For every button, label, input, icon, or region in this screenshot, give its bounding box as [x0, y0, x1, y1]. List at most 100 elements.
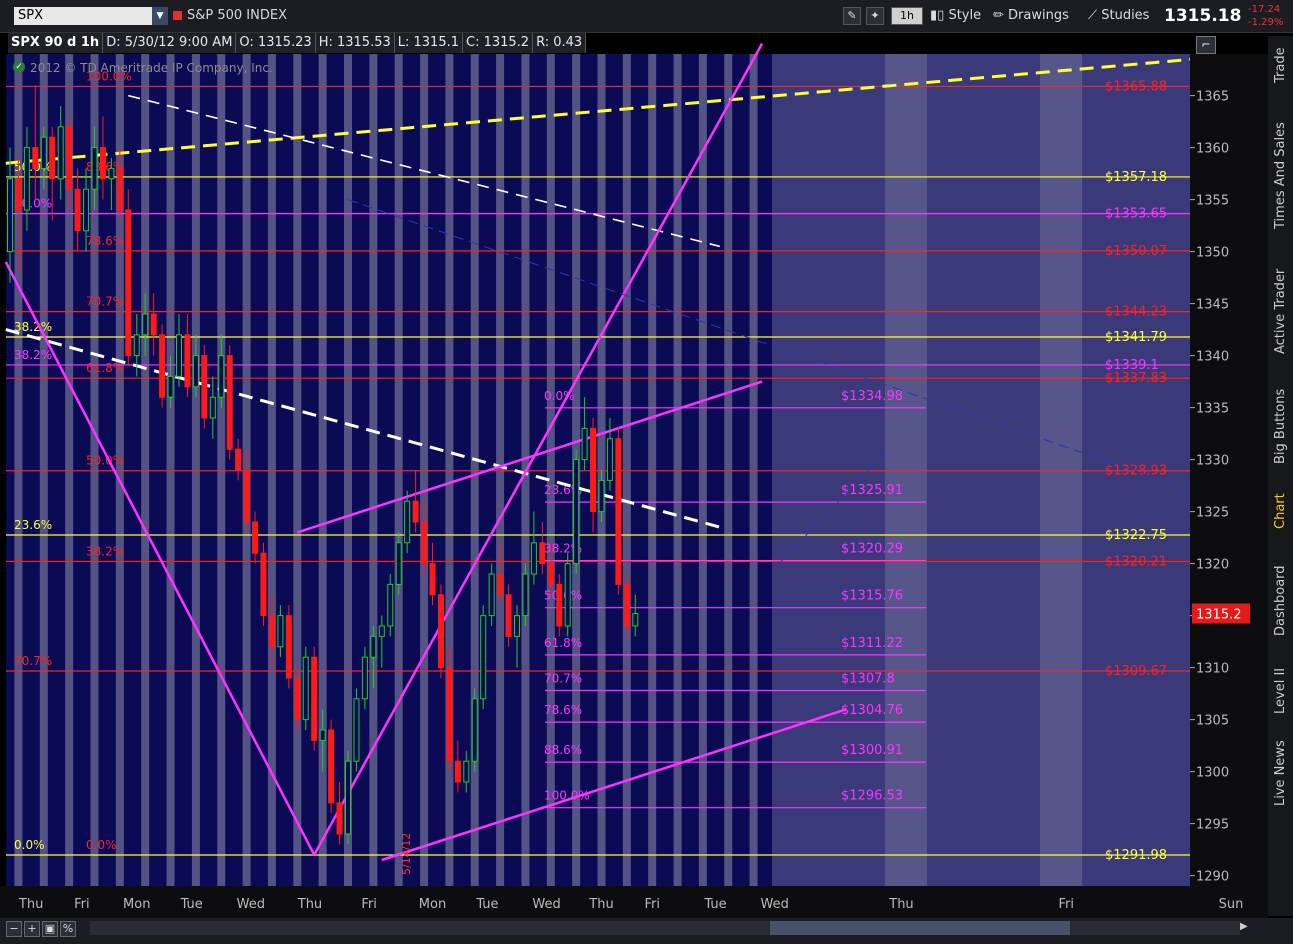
- tab-live-news[interactable]: Live News: [1268, 731, 1293, 816]
- candle-body: [632, 613, 639, 627]
- session-band: [420, 54, 429, 886]
- bar-high: H: 1315.53: [316, 33, 395, 53]
- tab-times-and-sales[interactable]: Times And Sales: [1268, 106, 1293, 246]
- studies-menu[interactable]: ⟋ Studies: [1088, 6, 1149, 26]
- candle-body: [378, 625, 385, 637]
- bar-range: R: 0.43: [533, 33, 587, 53]
- candle-body: [421, 521, 428, 565]
- inner-fib-pct: 50.0%: [544, 589, 582, 603]
- x-tick-label: Fri: [1059, 897, 1075, 912]
- candle-body: [395, 542, 402, 585]
- bar-close: C: 1315.2: [463, 33, 534, 53]
- inner-fib-label: $1296.53: [841, 789, 903, 804]
- candle-body: [260, 552, 267, 617]
- studies-icon: ⟋: [1088, 8, 1102, 23]
- interval-button[interactable]: 1h: [891, 7, 923, 25]
- side-tab-panel: Trade Times And Sales Active Trader Big …: [1268, 36, 1293, 916]
- future-period-band: [927, 54, 1040, 886]
- tab-trade[interactable]: Trade: [1268, 36, 1293, 94]
- link-icon[interactable]: ⌐: [1196, 36, 1216, 54]
- session-band: [394, 54, 403, 886]
- candle-body: [243, 469, 250, 523]
- percent-scale-icon[interactable]: %: [60, 921, 76, 937]
- candle-body: [345, 760, 351, 835]
- x-tick-label: Wed: [237, 897, 265, 912]
- tab-chart[interactable]: Chart: [1268, 486, 1293, 536]
- candle-body: [32, 147, 39, 169]
- session-band: [369, 54, 378, 886]
- session-band: [191, 54, 200, 886]
- fib-pct-label: 61.8%: [86, 361, 124, 375]
- tab-level-ii[interactable]: Level II: [1268, 661, 1293, 721]
- y-tick-label: 1310: [1196, 662, 1229, 677]
- candle-body: [480, 615, 487, 700]
- top-toolbar: SPX ▼ S&P 500 INDEX ✎ ✦ 1h ▮▯ Style ✏ Dr…: [0, 0, 1293, 33]
- candle-body: [514, 615, 520, 637]
- bar-date: D: 5/30/12 9:00 AM: [103, 33, 237, 53]
- candle-body: [7, 178, 13, 253]
- future-period-band: [772, 54, 885, 886]
- tab-big-buttons[interactable]: Big Buttons: [1268, 376, 1293, 476]
- drawing-tool-icon[interactable]: ✎: [843, 7, 861, 25]
- session-band: [749, 54, 758, 886]
- style-menu[interactable]: ▮▯ Style: [930, 6, 981, 26]
- session-band: [166, 54, 175, 886]
- inner-fib-label: $1307.8: [841, 671, 895, 686]
- candle-body: [429, 563, 436, 596]
- zoom-in-icon[interactable]: +: [24, 921, 40, 937]
- candle-body: [547, 563, 554, 585]
- vertical-date-note: 5/14/12: [400, 833, 413, 875]
- zoom-out-icon[interactable]: −: [6, 921, 22, 937]
- inner-fib-label: $1304.76: [841, 703, 903, 718]
- candle-body: [83, 188, 90, 232]
- candle-body: [573, 459, 580, 565]
- candle-body: [361, 656, 368, 700]
- session-band: [724, 54, 733, 886]
- symbol-input[interactable]: SPX: [14, 7, 152, 25]
- tab-active-trader[interactable]: Active Trader: [1268, 256, 1293, 366]
- candle-body: [159, 334, 166, 398]
- settings-icon[interactable]: ✓: [13, 61, 25, 73]
- fib-level-label: $1291.98: [1105, 848, 1167, 863]
- candle-body: [201, 355, 208, 419]
- candle-body: [99, 147, 106, 180]
- scroll-right-icon[interactable]: ▶: [1240, 921, 1252, 935]
- candle-body: [302, 656, 309, 721]
- last-price: 1315.18: [1164, 6, 1242, 26]
- candle-body: [235, 448, 242, 471]
- session-band: [622, 54, 631, 886]
- candle-body: [66, 126, 73, 190]
- tab-dashboard[interactable]: Dashboard: [1268, 551, 1293, 651]
- candle-body: [590, 427, 597, 513]
- wrench-icon[interactable]: ✦: [866, 7, 884, 25]
- candle-body: [142, 313, 149, 336]
- fib-pct-label: 38.2%: [14, 348, 52, 362]
- candle-body: [446, 667, 453, 762]
- candle-body: [176, 334, 182, 377]
- candle-body: [319, 729, 326, 741]
- drawings-menu[interactable]: ✏ Drawings: [993, 6, 1069, 26]
- x-tick-label: Fri: [644, 897, 660, 912]
- scrollbar-thumb[interactable]: [770, 921, 1070, 935]
- chart-info-bar: SPX 90 d 1h D: 5/30/12 9:00 AM O: 1315.23 H…: [8, 33, 587, 53]
- fib-pct-label: 0.0%: [86, 838, 117, 852]
- symbol-dropdown-icon[interactable]: ▼: [152, 7, 168, 25]
- fib-pct-label: 38.2%: [14, 320, 52, 334]
- change-absolute: -17.24: [1248, 4, 1281, 15]
- zoom-fit-icon[interactable]: ▣: [42, 921, 58, 937]
- candle-body: [336, 802, 343, 835]
- candle-body: [91, 147, 98, 190]
- inner-fib-pct: 88.6%: [544, 743, 582, 757]
- style-icon: ▮▯: [930, 8, 949, 23]
- inner-fib-pct: 70.7%: [544, 671, 582, 685]
- y-tick-label: 1365: [1196, 90, 1229, 105]
- candle-body: [116, 167, 123, 211]
- candle-body: [556, 583, 563, 627]
- candle-body: [497, 573, 504, 596]
- y-tick-label: 1290: [1196, 870, 1229, 885]
- price-chart[interactable]: $1365.88 $1357.18 $1353.65 $1350.07 $1344.23…: [0, 0, 1293, 944]
- x-tick-label: Thu: [297, 897, 322, 912]
- inner-fib-pct: 78.6%: [544, 703, 582, 717]
- candle-body: [311, 656, 318, 741]
- fib-pct-label: 38.2%: [86, 544, 124, 558]
